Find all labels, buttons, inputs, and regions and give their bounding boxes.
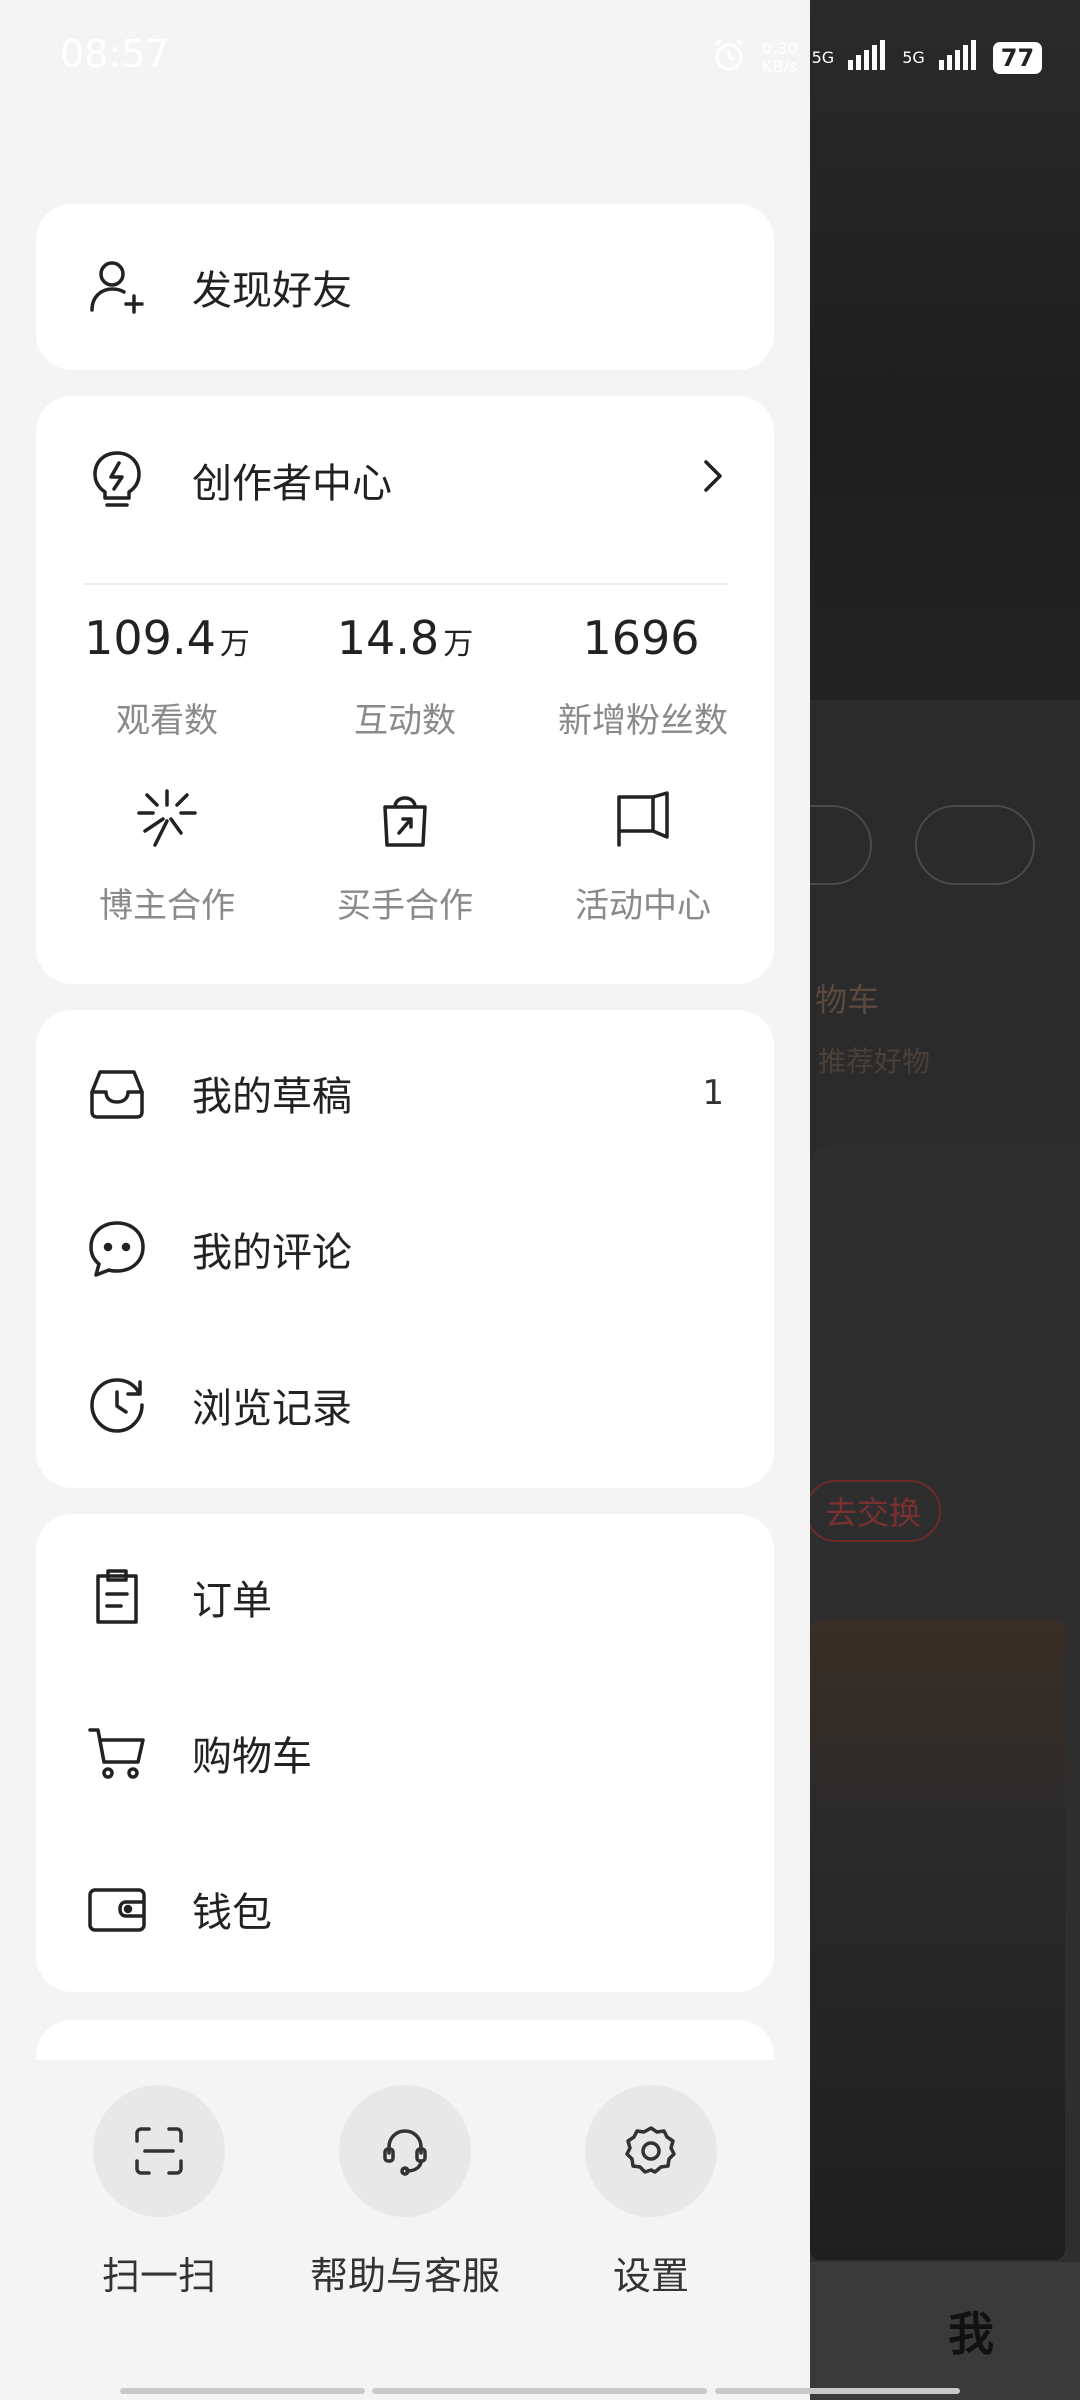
cart-row[interactable]: 购物车 bbox=[36, 1698, 774, 1808]
tool-activity-center[interactable]: 活动中心 bbox=[524, 786, 762, 927]
background-tab-me: 我 bbox=[948, 2307, 994, 2361]
history-row[interactable]: 浏览记录 bbox=[36, 1350, 774, 1460]
flag-icon bbox=[613, 787, 673, 855]
tool-buyer-collab[interactable]: 买手合作 bbox=[286, 786, 524, 927]
divider bbox=[84, 583, 728, 585]
creator-center-card: 创作者中心 109.4万 观看数 14.8万 互动数 1696 新增粉丝数 bbox=[36, 396, 774, 984]
history-label: 浏览记录 bbox=[192, 1386, 352, 1432]
stat-new-followers[interactable]: 1696 新增粉丝数 bbox=[524, 611, 762, 742]
stat-views[interactable]: 109.4 万 观看数 bbox=[48, 611, 286, 742]
help-support-button[interactable]: 帮助与客服 bbox=[285, 2085, 525, 2300]
stat-new-followers-label: 新增粉丝数 bbox=[558, 701, 728, 741]
orders-row[interactable]: 订单 bbox=[36, 1542, 774, 1652]
stat-views-label: 观看数 bbox=[116, 701, 218, 741]
orders-label: 订单 bbox=[192, 1578, 272, 1624]
commerce-section-card: 订单 购物车 钱包 bbox=[36, 1514, 774, 1992]
side-drawer: 发现好友 创作者中心 109.4 万 观看数 14.8 万 互动数 1696 新… bbox=[0, 0, 810, 2400]
settings-icon bbox=[585, 2085, 717, 2217]
background-post-image bbox=[810, 1620, 1065, 2260]
background-tab-bar bbox=[810, 2262, 1080, 2400]
alarm-icon bbox=[710, 36, 748, 79]
clipboard-icon bbox=[86, 1566, 148, 1628]
home-indicator bbox=[372, 2388, 707, 2394]
history-icon bbox=[86, 1374, 148, 1436]
drafts-label: 我的草稿 bbox=[192, 1074, 352, 1120]
network-speed-value: 0.30 bbox=[762, 38, 798, 58]
stat-interactions-label: 互动数 bbox=[354, 701, 456, 741]
wallet-row[interactable]: 钱包 bbox=[36, 1854, 774, 1964]
help-support-label: 帮助与客服 bbox=[309, 2254, 500, 2298]
battery-level: 77 bbox=[992, 41, 1043, 74]
creator-center-label: 创作者中心 bbox=[192, 461, 392, 507]
shopping-bag-icon bbox=[377, 787, 433, 855]
background-cart-sub: 推荐好物 bbox=[818, 1045, 931, 1078]
scan-button[interactable]: 扫一扫 bbox=[39, 2085, 279, 2300]
tool-activity-center-label: 活动中心 bbox=[575, 886, 711, 926]
stat-interactions[interactable]: 14.8 万 互动数 bbox=[286, 611, 524, 742]
comments-label: 我的评论 bbox=[192, 1230, 352, 1276]
tool-blogger-collab-label: 博主合作 bbox=[99, 886, 235, 926]
tool-blogger-collab[interactable]: 博主合作 bbox=[48, 786, 286, 927]
signal-bars-icon bbox=[938, 40, 979, 75]
lightning-bulb-icon bbox=[86, 449, 148, 511]
drafts-row[interactable]: 我的草稿 1 bbox=[36, 1038, 774, 1148]
signal-1-label: 5G bbox=[811, 47, 835, 67]
status-bar: 08:57 0.30 KB/s 5G 5G 77 bbox=[0, 0, 1080, 110]
comment-icon bbox=[86, 1218, 148, 1280]
chevron-right-icon bbox=[702, 458, 724, 503]
signal-2-label: 5G bbox=[902, 47, 925, 67]
find-friends-card: 发现好友 bbox=[36, 204, 774, 370]
background-cart-label: 物车 bbox=[815, 981, 880, 1019]
status-icons: 0.30 KB/s 5G 5G 77 bbox=[710, 36, 1043, 79]
scan-icon bbox=[93, 2085, 225, 2217]
next-card-edge bbox=[36, 2020, 774, 2060]
status-time: 08:57 bbox=[60, 32, 170, 76]
creator-tools: 博主合作 买手合作 活动中心 bbox=[36, 786, 774, 927]
settings-button[interactable]: 设置 bbox=[531, 2085, 771, 2300]
creator-center-row[interactable]: 创作者中心 bbox=[36, 425, 774, 535]
cart-icon bbox=[86, 1722, 148, 1784]
stat-views-value: 109.4 bbox=[84, 611, 216, 665]
home-indicator bbox=[715, 2388, 960, 2394]
background-settings-button bbox=[915, 805, 1035, 885]
wallet-label: 钱包 bbox=[192, 1890, 272, 1936]
inbox-icon bbox=[86, 1062, 148, 1124]
home-indicator bbox=[120, 2388, 365, 2394]
add-user-icon bbox=[86, 256, 148, 318]
scan-label: 扫一扫 bbox=[101, 2254, 216, 2298]
cart-label: 购物车 bbox=[192, 1734, 312, 1780]
tool-buyer-collab-label: 买手合作 bbox=[337, 886, 473, 926]
network-speed: 0.30 KB/s bbox=[762, 38, 798, 76]
headset-icon bbox=[339, 2085, 471, 2217]
wallet-icon bbox=[86, 1878, 148, 1940]
settings-label: 设置 bbox=[612, 2254, 689, 2298]
drafts-count: 1 bbox=[702, 1073, 724, 1113]
stat-interactions-unit: 万 bbox=[443, 627, 474, 662]
stat-views-unit: 万 bbox=[219, 627, 250, 662]
background-exchange-button: 去交换 bbox=[805, 1480, 942, 1542]
stat-interactions-value: 14.8 bbox=[336, 611, 440, 665]
comments-row[interactable]: 我的评论 bbox=[36, 1194, 774, 1304]
find-friends-row[interactable]: 发现好友 bbox=[36, 232, 774, 342]
network-speed-unit: KB/s bbox=[762, 56, 798, 76]
sparkle-icon bbox=[135, 787, 199, 855]
content-section-card: 我的草稿 1 我的评论 浏览记录 bbox=[36, 1010, 774, 1488]
stat-new-followers-value: 1696 bbox=[582, 611, 700, 665]
find-friends-label: 发现好友 bbox=[192, 268, 352, 314]
creator-stats: 109.4 万 观看数 14.8 万 互动数 1696 新增粉丝数 bbox=[36, 611, 774, 742]
signal-bars-icon bbox=[848, 40, 888, 75]
